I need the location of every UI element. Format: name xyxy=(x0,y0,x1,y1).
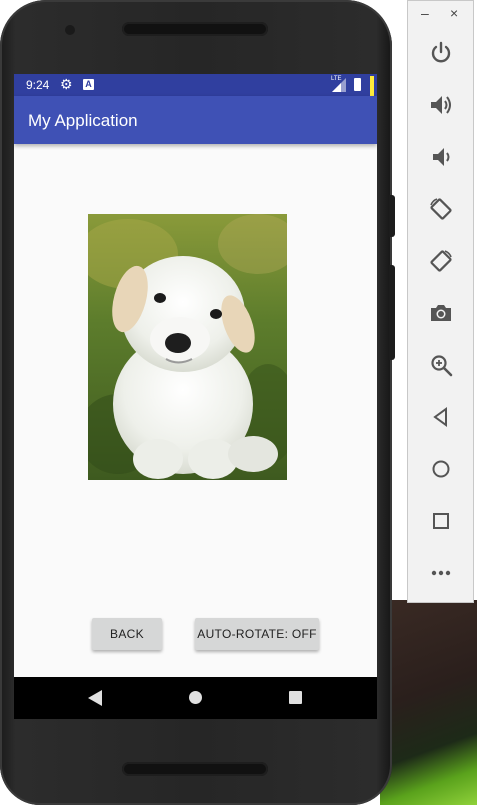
back-icon[interactable] xyxy=(426,402,456,432)
rotate-right-icon[interactable] xyxy=(426,246,456,276)
volume-side-button xyxy=(389,265,395,360)
notification-a-icon: A xyxy=(83,79,94,90)
nav-recents-icon[interactable] xyxy=(289,691,302,704)
settings-gear-icon: ⚙ xyxy=(60,76,73,92)
rotate-left-icon[interactable] xyxy=(426,194,456,224)
power-side-button xyxy=(389,195,395,237)
device-screen: 9:24 ⚙ A LTE My Application BACK AUTO-RO… xyxy=(14,74,377,719)
more-icon[interactable] xyxy=(426,558,456,588)
puppy-image xyxy=(88,214,287,480)
top-speaker xyxy=(122,22,268,36)
auto-rotate-button[interactable]: AUTO-ROTATE: OFF xyxy=(195,618,319,650)
app-title: My Application xyxy=(28,111,138,130)
status-bar: 9:24 ⚙ A LTE xyxy=(14,74,377,100)
status-time: 9:24 xyxy=(26,78,50,92)
phone-frame: 9:24 ⚙ A LTE My Application BACK AUTO-RO… xyxy=(0,0,395,805)
battery-icon xyxy=(354,78,361,91)
overview-icon[interactable] xyxy=(426,506,456,536)
minimize-button[interactable]: – xyxy=(421,5,429,21)
volume-up-icon[interactable] xyxy=(426,90,456,120)
back-button[interactable]: BACK xyxy=(92,618,162,650)
home-icon[interactable] xyxy=(426,454,456,484)
camera-icon[interactable] xyxy=(426,298,456,328)
bottom-speaker xyxy=(122,762,268,776)
zoom-icon[interactable] xyxy=(426,350,456,380)
power-icon[interactable] xyxy=(426,38,456,68)
nav-back-icon[interactable] xyxy=(88,690,102,706)
nav-home-icon[interactable] xyxy=(189,691,202,704)
volume-down-icon[interactable] xyxy=(426,142,456,172)
front-camera xyxy=(65,25,75,35)
navigation-bar xyxy=(14,677,377,719)
close-button[interactable]: × xyxy=(450,5,458,21)
desktop-wallpaper xyxy=(380,600,477,805)
action-bar: My Application xyxy=(14,96,377,144)
signal-icon xyxy=(332,78,346,92)
emulator-toolbar: – × xyxy=(407,0,474,603)
